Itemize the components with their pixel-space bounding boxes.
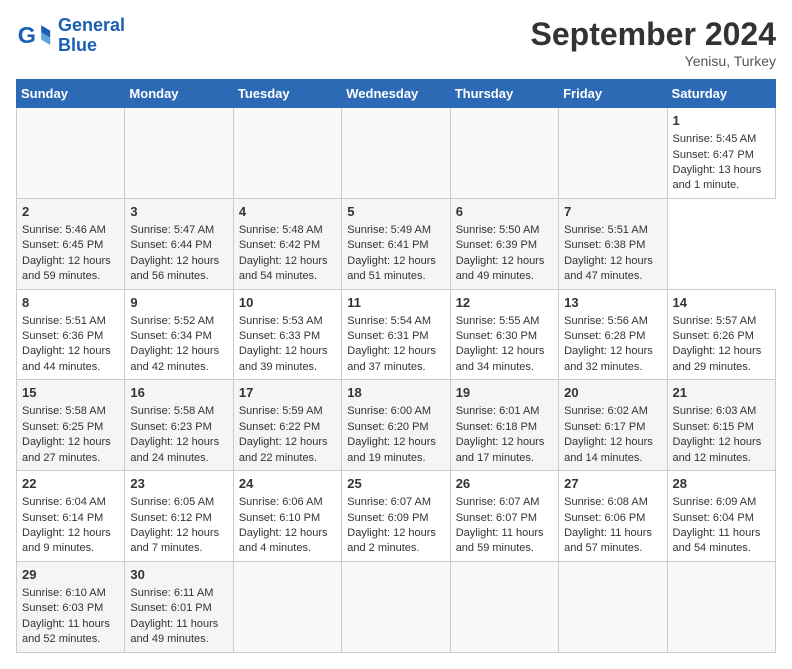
day-cell: 6Sunrise: 5:50 AMSunset: 6:39 PMDaylight… (450, 198, 558, 289)
day-number: 15 (22, 384, 119, 402)
empty-cell (342, 561, 450, 652)
page-header: G General Blue September 2024 Yenisu, Tu… (16, 16, 776, 69)
logo-line1: General (58, 15, 125, 35)
day-number: 25 (347, 475, 444, 493)
day-cell: 7Sunrise: 5:51 AMSunset: 6:38 PMDaylight… (559, 198, 667, 289)
day-cell: 17Sunrise: 5:59 AMSunset: 6:22 PMDayligh… (233, 380, 341, 471)
svg-text:G: G (18, 22, 36, 48)
day-cell: 11Sunrise: 5:54 AMSunset: 6:31 PMDayligh… (342, 289, 450, 380)
logo-line2: Blue (58, 35, 97, 55)
day-number: 24 (239, 475, 336, 493)
day-header-thursday: Thursday (450, 80, 558, 108)
day-cell: 5Sunrise: 5:49 AMSunset: 6:41 PMDaylight… (342, 198, 450, 289)
logo-icon: G (16, 18, 52, 54)
empty-cell (17, 108, 125, 199)
empty-cell (233, 108, 341, 199)
empty-cell (667, 561, 775, 652)
day-number: 13 (564, 294, 661, 312)
day-header-wednesday: Wednesday (342, 80, 450, 108)
calendar-body: 1Sunrise: 5:45 AMSunset: 6:47 PMDaylight… (17, 108, 776, 653)
day-number: 5 (347, 203, 444, 221)
day-cell: 2Sunrise: 5:46 AMSunset: 6:45 PMDaylight… (17, 198, 125, 289)
day-cell: 10Sunrise: 5:53 AMSunset: 6:33 PMDayligh… (233, 289, 341, 380)
day-header-saturday: Saturday (667, 80, 775, 108)
day-header-sunday: Sunday (17, 80, 125, 108)
day-cell: 26Sunrise: 6:07 AMSunset: 6:07 PMDayligh… (450, 471, 558, 562)
empty-cell (559, 108, 667, 199)
day-number: 19 (456, 384, 553, 402)
day-cell: 27Sunrise: 6:08 AMSunset: 6:06 PMDayligh… (559, 471, 667, 562)
day-number: 1 (673, 112, 770, 130)
day-number: 11 (347, 294, 444, 312)
day-number: 27 (564, 475, 661, 493)
day-cell: 29Sunrise: 6:10 AMSunset: 6:03 PMDayligh… (17, 561, 125, 652)
day-number: 8 (22, 294, 119, 312)
day-cell: 19Sunrise: 6:01 AMSunset: 6:18 PMDayligh… (450, 380, 558, 471)
week-row: 8Sunrise: 5:51 AMSunset: 6:36 PMDaylight… (17, 289, 776, 380)
day-cell: 28Sunrise: 6:09 AMSunset: 6:04 PMDayligh… (667, 471, 775, 562)
day-number: 9 (130, 294, 227, 312)
day-number: 29 (22, 566, 119, 584)
day-number: 16 (130, 384, 227, 402)
calendar-header: SundayMondayTuesdayWednesdayThursdayFrid… (17, 80, 776, 108)
day-number: 23 (130, 475, 227, 493)
week-row: 29Sunrise: 6:10 AMSunset: 6:03 PMDayligh… (17, 561, 776, 652)
day-cell: 30Sunrise: 6:11 AMSunset: 6:01 PMDayligh… (125, 561, 233, 652)
day-number: 6 (456, 203, 553, 221)
week-row: 15Sunrise: 5:58 AMSunset: 6:25 PMDayligh… (17, 380, 776, 471)
calendar-table: SundayMondayTuesdayWednesdayThursdayFrid… (16, 79, 776, 653)
day-number: 17 (239, 384, 336, 402)
day-number: 20 (564, 384, 661, 402)
day-number: 10 (239, 294, 336, 312)
week-row: 2Sunrise: 5:46 AMSunset: 6:45 PMDaylight… (17, 198, 776, 289)
day-header-monday: Monday (125, 80, 233, 108)
day-cell: 8Sunrise: 5:51 AMSunset: 6:36 PMDaylight… (17, 289, 125, 380)
logo: G General Blue (16, 16, 125, 56)
day-cell: 25Sunrise: 6:07 AMSunset: 6:09 PMDayligh… (342, 471, 450, 562)
day-number: 22 (22, 475, 119, 493)
week-row: 1Sunrise: 5:45 AMSunset: 6:47 PMDaylight… (17, 108, 776, 199)
day-cell: 9Sunrise: 5:52 AMSunset: 6:34 PMDaylight… (125, 289, 233, 380)
day-number: 2 (22, 203, 119, 221)
day-cell: 24Sunrise: 6:06 AMSunset: 6:10 PMDayligh… (233, 471, 341, 562)
day-cell: 23Sunrise: 6:05 AMSunset: 6:12 PMDayligh… (125, 471, 233, 562)
day-cell: 1Sunrise: 5:45 AMSunset: 6:47 PMDaylight… (667, 108, 775, 199)
logo-text: General Blue (58, 16, 125, 56)
day-cell: 15Sunrise: 5:58 AMSunset: 6:25 PMDayligh… (17, 380, 125, 471)
empty-cell (450, 561, 558, 652)
day-number: 4 (239, 203, 336, 221)
day-cell: 14Sunrise: 5:57 AMSunset: 6:26 PMDayligh… (667, 289, 775, 380)
empty-cell (450, 108, 558, 199)
day-number: 12 (456, 294, 553, 312)
day-number: 7 (564, 203, 661, 221)
empty-cell (559, 561, 667, 652)
day-cell: 12Sunrise: 5:55 AMSunset: 6:30 PMDayligh… (450, 289, 558, 380)
month-title: September 2024 (531, 16, 776, 53)
day-header-friday: Friday (559, 80, 667, 108)
empty-cell (233, 561, 341, 652)
location: Yenisu, Turkey (531, 53, 776, 69)
day-header-tuesday: Tuesday (233, 80, 341, 108)
day-number: 18 (347, 384, 444, 402)
day-cell: 16Sunrise: 5:58 AMSunset: 6:23 PMDayligh… (125, 380, 233, 471)
day-cell: 21Sunrise: 6:03 AMSunset: 6:15 PMDayligh… (667, 380, 775, 471)
day-cell: 20Sunrise: 6:02 AMSunset: 6:17 PMDayligh… (559, 380, 667, 471)
day-number: 21 (673, 384, 770, 402)
day-number: 28 (673, 475, 770, 493)
header-row: SundayMondayTuesdayWednesdayThursdayFrid… (17, 80, 776, 108)
empty-cell (125, 108, 233, 199)
day-number: 14 (673, 294, 770, 312)
day-cell: 3Sunrise: 5:47 AMSunset: 6:44 PMDaylight… (125, 198, 233, 289)
week-row: 22Sunrise: 6:04 AMSunset: 6:14 PMDayligh… (17, 471, 776, 562)
day-cell: 22Sunrise: 6:04 AMSunset: 6:14 PMDayligh… (17, 471, 125, 562)
day-number: 30 (130, 566, 227, 584)
day-cell: 4Sunrise: 5:48 AMSunset: 6:42 PMDaylight… (233, 198, 341, 289)
day-number: 26 (456, 475, 553, 493)
title-block: September 2024 Yenisu, Turkey (531, 16, 776, 69)
day-cell: 18Sunrise: 6:00 AMSunset: 6:20 PMDayligh… (342, 380, 450, 471)
day-cell: 13Sunrise: 5:56 AMSunset: 6:28 PMDayligh… (559, 289, 667, 380)
day-number: 3 (130, 203, 227, 221)
empty-cell (342, 108, 450, 199)
